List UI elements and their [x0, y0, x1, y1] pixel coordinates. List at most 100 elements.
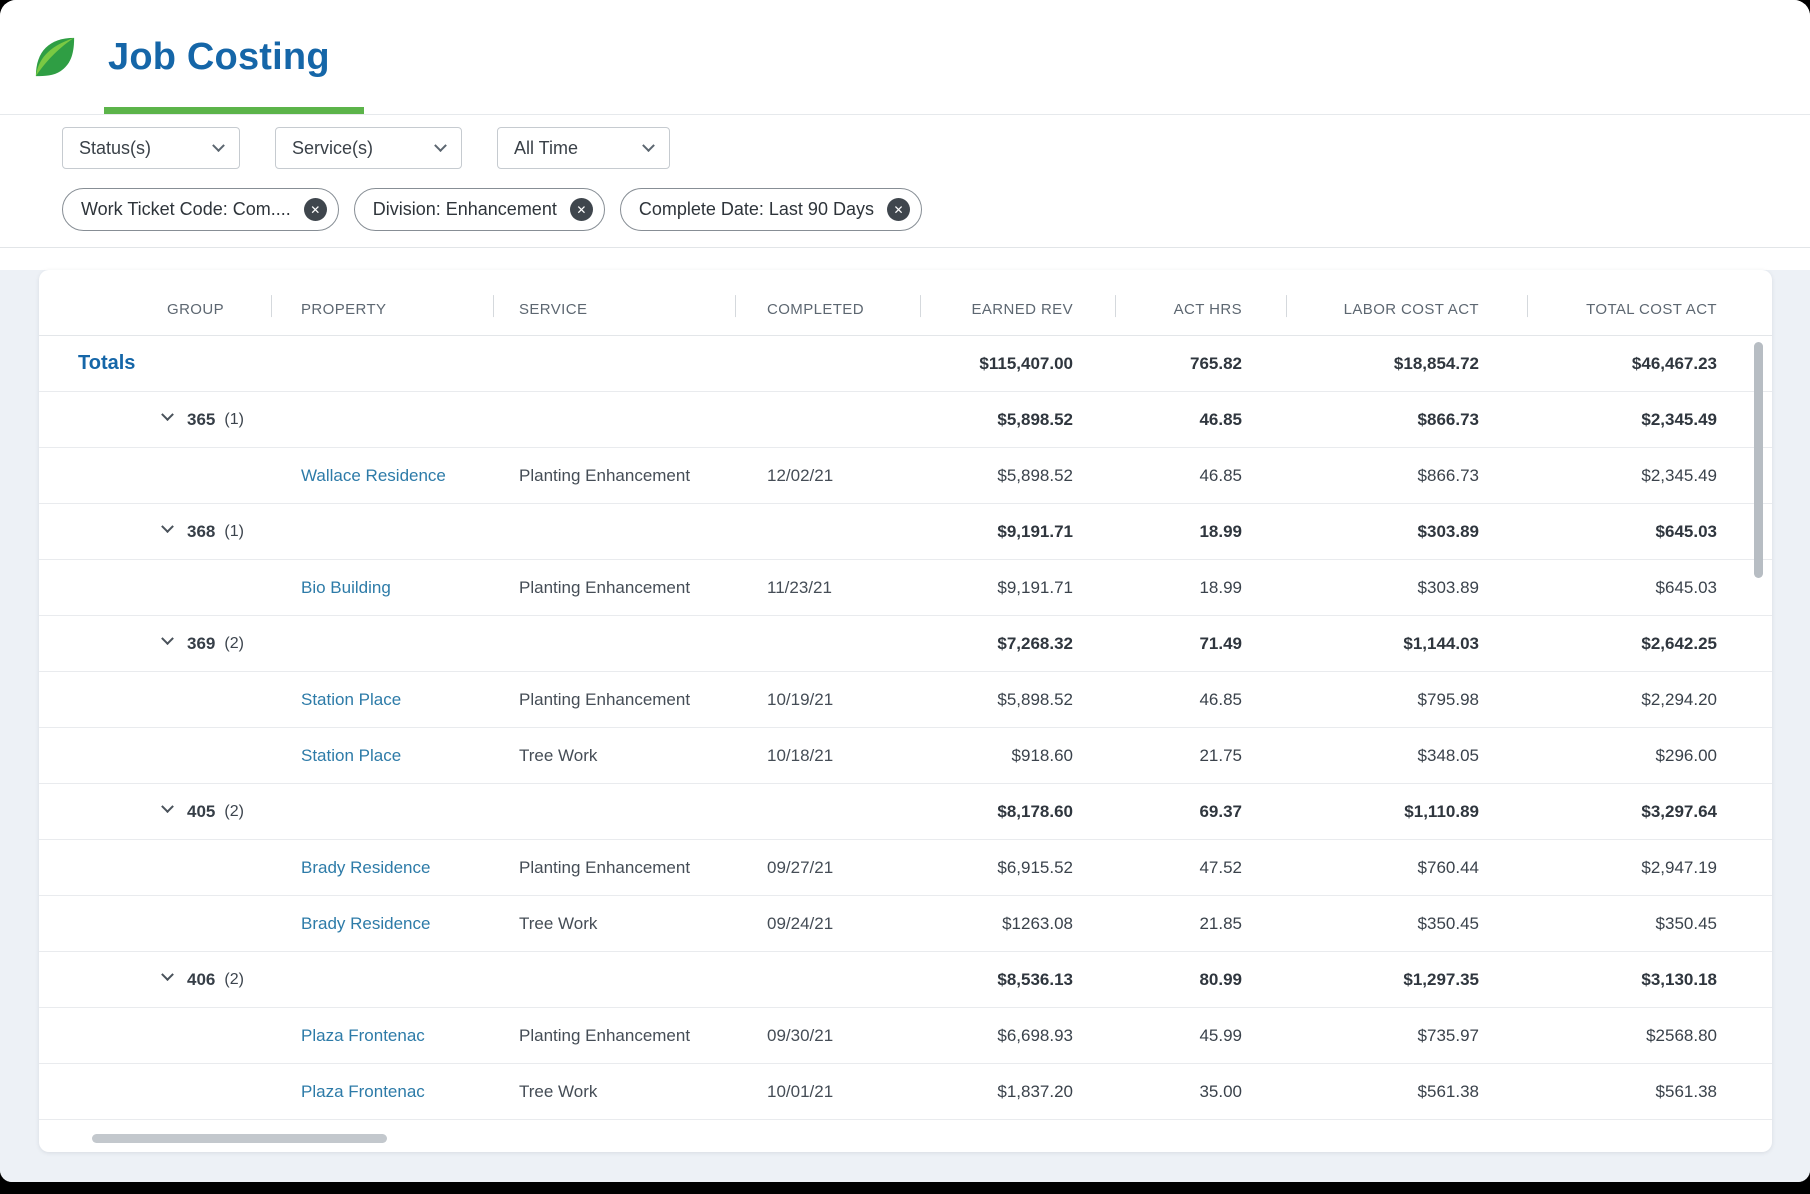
labor-cost-act-cell: $760.44 [1286, 858, 1527, 878]
chevron-down-icon [161, 634, 174, 646]
property-cell: Bio Building [271, 578, 493, 598]
property-cell: Wallace Residence [271, 466, 493, 486]
dropdown-label: Status(s) [79, 138, 151, 159]
collapse-group-button[interactable] [163, 809, 172, 814]
completed-cell: 09/24/21 [735, 914, 920, 934]
filter-chip-division-enhancement: Division: Enhancement✕ [354, 188, 605, 231]
property-cell: Station Place [271, 690, 493, 710]
filter-chip-work-ticket-code-com: Work Ticket Code: Com.... ✕ [62, 188, 339, 231]
group-count: (1) [224, 523, 244, 541]
act-hrs-cell: 46.85 [1115, 690, 1286, 710]
property-link[interactable]: Bio Building [301, 578, 391, 597]
detail-row: Station PlaceTree Work10/18/21$918.6021.… [39, 728, 1772, 784]
collapse-group-button[interactable] [163, 977, 172, 982]
group-label: 368 [187, 522, 215, 542]
vertical-scrollbar-thumb[interactable] [1754, 342, 1763, 578]
group-row-406: 406(2)$8,536.1380.99$1,297.35$3,130.18 [39, 952, 1772, 1008]
property-link[interactable]: Station Place [301, 690, 401, 709]
property-cell: Station Place [271, 746, 493, 766]
totals-earned-rev: $115,407.00 [920, 354, 1115, 374]
completed-cell: 11/23/21 [735, 578, 920, 598]
service-cell: Tree Work [493, 914, 735, 934]
horizontal-scrollbar-thumb[interactable] [92, 1134, 387, 1143]
total-cost-act-cell: $2568.80 [1527, 1026, 1772, 1046]
service-cell: Planting Enhancement [493, 690, 735, 710]
labor-cost-act-cell: $303.89 [1286, 578, 1527, 598]
filter-chip-complete-date-last-90-days: Complete Date: Last 90 Days✕ [620, 188, 922, 231]
chevron-down-icon [161, 410, 174, 422]
column-header-service[interactable]: SERVICE [493, 270, 735, 335]
service-cell: Tree Work [493, 746, 735, 766]
filter-dropdown-service[interactable]: Service(s) [275, 127, 462, 169]
group-act-hrs: 18.99 [1115, 522, 1286, 542]
group-earned-rev: $7,268.32 [920, 634, 1115, 654]
remove-filter-icon[interactable]: ✕ [887, 198, 910, 221]
detail-row: Bio BuildingPlanting Enhancement11/23/21… [39, 560, 1772, 616]
group-earned-rev: $8,536.13 [920, 970, 1115, 990]
property-link[interactable]: Brady Residence [301, 914, 430, 933]
group-count: (2) [224, 971, 244, 989]
remove-filter-icon[interactable]: ✕ [570, 198, 593, 221]
property-link[interactable]: Station Place [301, 746, 401, 765]
filter-dropdown-status[interactable]: Status(s) [62, 127, 240, 169]
filter-chip-row: Work Ticket Code: Com....✕Division: Enha… [62, 188, 1810, 231]
total-cost-act-cell: $2,947.19 [1527, 858, 1772, 878]
table-body: Totals$115,407.00765.82$18,854.72$46,467… [39, 336, 1772, 1120]
column-header-total-cost-act[interactable]: TOTAL COST ACT [1527, 270, 1772, 335]
group-cell: 369 (2) [39, 634, 271, 654]
earned-rev-cell: $6,698.93 [920, 1026, 1115, 1046]
header: Job Costing [0, 0, 1810, 115]
property-link[interactable]: Plaza Frontenac [301, 1082, 425, 1101]
collapse-group-button[interactable] [163, 417, 172, 422]
total-cost-act-cell: $645.03 [1527, 578, 1772, 598]
column-header-completed[interactable]: COMPLETED [735, 270, 920, 335]
service-cell: Tree Work [493, 1082, 735, 1102]
property-link[interactable]: Brady Residence [301, 858, 430, 877]
group-earned-rev: $9,191.71 [920, 522, 1115, 542]
group-labor-cost-act: $1,144.03 [1286, 634, 1527, 654]
labor-cost-act-cell: $561.38 [1286, 1082, 1527, 1102]
earned-rev-cell: $9,191.71 [920, 578, 1115, 598]
group-labor-cost-act: $1,297.35 [1286, 970, 1527, 990]
property-cell: Brady Residence [271, 914, 493, 934]
group-count: (1) [224, 411, 244, 429]
column-header-earned-rev[interactable]: EARNED REV [920, 270, 1115, 335]
group-count: (2) [224, 635, 244, 653]
group-total-cost-act: $3,297.64 [1527, 802, 1772, 822]
column-header-property[interactable]: PROPERTY [271, 270, 493, 335]
dropdown-label: Service(s) [292, 138, 373, 159]
labor-cost-act-cell: $866.73 [1286, 466, 1527, 486]
column-header-act-hrs[interactable]: ACT HRS [1115, 270, 1286, 335]
column-header-group[interactable]: GROUP [39, 270, 271, 335]
labor-cost-act-cell: $348.05 [1286, 746, 1527, 766]
filter-dropdown-time-range[interactable]: All Time [497, 127, 670, 169]
detail-row: Brady ResidencePlanting Enhancement09/27… [39, 840, 1772, 896]
group-cell: 406(2) [39, 970, 271, 990]
chevron-down-icon [161, 522, 174, 534]
group-labor-cost-act: $866.73 [1286, 410, 1527, 430]
act-hrs-cell: 18.99 [1115, 578, 1286, 598]
act-hrs-cell: 35.00 [1115, 1082, 1286, 1102]
service-cell: Planting Enhancement [493, 1026, 735, 1046]
group-earned-rev: $8,178.60 [920, 802, 1115, 822]
group-act-hrs: 71.49 [1115, 634, 1286, 654]
column-header-labor-cost-act[interactable]: LABOR COST ACT [1286, 270, 1527, 335]
group-cell: 405(2) [39, 802, 271, 822]
group-label: 405 [187, 802, 215, 822]
earned-rev-cell: $1263.08 [920, 914, 1115, 934]
dropdown-label: All Time [514, 138, 578, 159]
group-label: 369 [187, 634, 215, 654]
remove-filter-icon[interactable]: ✕ [304, 198, 327, 221]
service-cell: Planting Enhancement [493, 466, 735, 486]
collapse-group-button[interactable] [163, 529, 172, 534]
property-link[interactable]: Plaza Frontenac [301, 1026, 425, 1045]
group-cell: 368 (1) [39, 522, 271, 542]
property-link[interactable]: Wallace Residence [301, 466, 446, 485]
group-total-cost-act: $645.03 [1527, 522, 1772, 542]
page-title: Job Costing [108, 36, 330, 79]
labor-cost-act-cell: $795.98 [1286, 690, 1527, 710]
filter-chip-label: Work Ticket Code: Com.... [81, 199, 291, 220]
earned-rev-cell: $5,898.52 [920, 690, 1115, 710]
total-cost-act-cell: $561.38 [1527, 1082, 1772, 1102]
collapse-group-button[interactable] [163, 641, 172, 646]
